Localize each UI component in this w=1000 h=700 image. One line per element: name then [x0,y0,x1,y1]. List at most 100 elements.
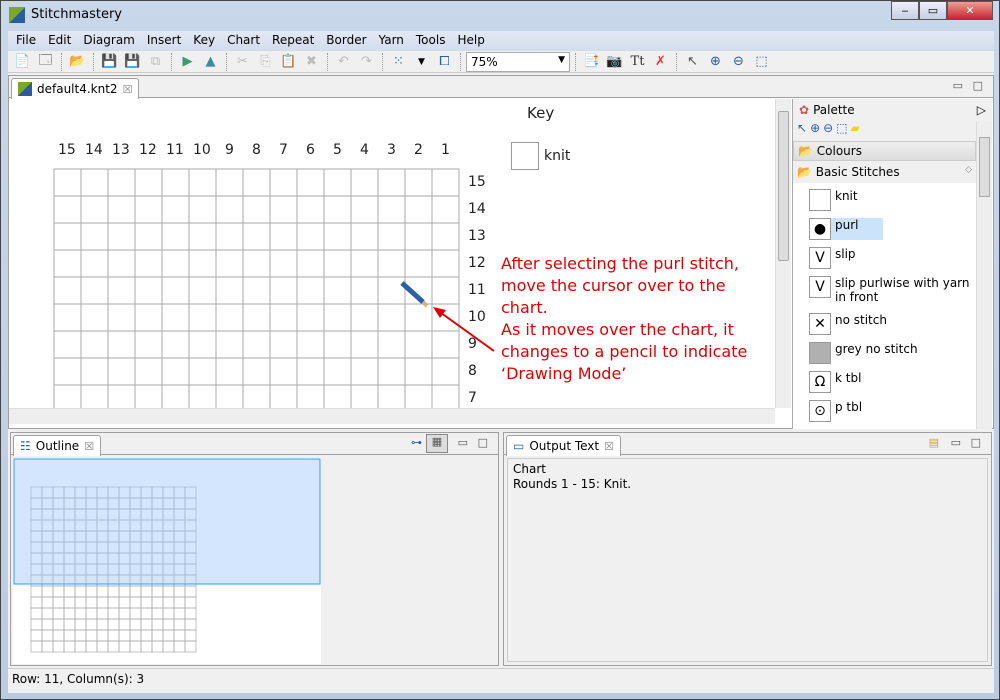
drawer-colours[interactable]: 📂 Colours [793,141,976,161]
editor-vscrollbar[interactable] [775,99,791,408]
menu-insert[interactable]: Insert [141,31,187,51]
app-icon [9,7,25,23]
row-label: 10 [468,309,486,325]
minimize-view-icon[interactable]: ▭ [458,436,468,449]
new-window-icon[interactable]: 🗔 [35,52,56,72]
menu-edit[interactable]: Edit [42,31,77,51]
zoom-select[interactable]: 75% ▼ [466,51,570,72]
menu-border[interactable]: Border [320,31,372,51]
minimize-button[interactable]: ‒ [891,1,919,20]
palette-icon: ✿ [799,103,810,117]
close-tab-icon[interactable]: ☒ [84,440,94,453]
cut-icon[interactable]: ✂ [232,52,253,72]
column-label: 7 [279,142,288,158]
palette-item-k-tbl[interactable]: Ωk tbl [809,371,975,393]
palette-item-slip-purlwise-with-yarn-in-front[interactable]: Vslip purlwise with yarn in front [809,276,975,304]
palette-scrollbar[interactable] [976,121,992,429]
dropdown-arrow-icon[interactable]: ▼ [411,52,432,72]
row-label: 8 [468,363,477,379]
palette-item-p-tbl[interactable]: ⊙ p tbl [809,400,975,422]
zoom-out-icon[interactable]: ⊖ [728,52,749,72]
output-panel: ▭ Output Text ☒ ▤ ▭ □ Chart Rounds 1 - 15:… [503,432,992,666]
palette-item-knit[interactable]: knit [809,189,975,211]
redo-icon[interactable]: ↷ [356,52,377,72]
copy-icon[interactable]: ⎘ [255,52,276,72]
menu-yarn[interactable]: Yarn [373,31,410,51]
close-tab-icon[interactable]: ☒ [604,440,614,453]
outline-thumbnail[interactable] [13,458,321,664]
pin-icon[interactable]: ◇ [965,165,972,175]
palette-item-label: p tbl [835,400,863,414]
column-label: 15 [58,142,76,158]
outline-viewport[interactable] [13,458,321,585]
pencil-cursor-icon [400,281,429,308]
zoom-out-icon[interactable]: ⊖ [823,121,833,135]
pointer-icon[interactable]: ↖ [682,52,703,72]
palette-item-no-stitch[interactable]: ✕ no stitch [809,313,975,335]
open-folder-icon[interactable]: 📂 [67,52,88,72]
chart-canvas[interactable]: Key knit After selecting the purl stitch… [9,99,775,408]
tree-icon[interactable]: ⊶ [411,436,422,449]
marquee-icon[interactable]: ⬚ [836,121,847,135]
menu-file[interactable]: File [10,31,42,51]
close-tab-icon[interactable]: ☒ [123,83,133,96]
mirror-icon[interactable]: ▲ [200,52,221,72]
minimize-view-icon[interactable]: ▭ [951,436,961,449]
status-bar: Row: 11, Column(s): 3 [8,668,994,690]
tab-outline[interactable]: ☷ Outline ☒ [13,435,102,456]
save-as-icon[interactable]: 💾 [122,52,143,72]
layout-icon[interactable]: ⧠ [434,52,455,72]
palette-item-purl[interactable]: ● purl [809,218,883,240]
palette-item-slip[interactable]: Vslip [809,247,975,269]
select-grid-icon[interactable]: ⁙ [388,52,409,72]
pointer-icon[interactable]: ↖ [797,121,807,135]
menu-diagram[interactable]: Diagram [77,31,141,51]
column-label: 4 [360,142,369,158]
close-button[interactable]: ✕ [947,1,993,20]
overview-icon[interactable]: ▦ [426,434,448,453]
maximize-view-icon[interactable]: □ [973,79,983,92]
menu-help[interactable]: Help [451,31,490,51]
column-label: 1 [441,142,450,158]
collapse-palette-icon[interactable]: ▷ [977,103,986,117]
document-icon[interactable]: ▤ [929,436,939,449]
palette-item-label: knit [835,189,858,203]
palette-item-label: slip purlwise with yarn in front [835,276,970,304]
minimize-view-icon[interactable]: ▭ [953,79,963,92]
marquee-icon[interactable]: ⬚ [751,52,772,72]
scroll-thumb[interactable] [979,137,990,197]
text-icon[interactable]: Tt [627,52,648,72]
row-label: 15 [468,174,486,190]
row-label: 7 [468,390,477,406]
zoom-in-icon[interactable]: ⊕ [705,52,726,72]
undo-icon[interactable]: ↶ [333,52,354,72]
zoom-in-icon[interactable]: ⊕ [810,121,820,135]
maximize-view-icon[interactable]: □ [478,436,488,449]
maximize-button[interactable]: ▭ [919,1,947,20]
column-label: 5 [333,142,342,158]
maximize-view-icon[interactable]: □ [971,436,981,449]
drawer-basic-stitches[interactable]: 📂 Basic Stitches ◇ [793,163,976,183]
scroll-thumb[interactable] [778,111,789,261]
tab-output-text[interactable]: ▭ Output Text ☒ [506,435,621,456]
chevron-down-icon: ▼ [558,54,565,65]
image-icon[interactable]: 📷 [604,52,625,72]
paste-icon[interactable]: 📋 [278,52,299,72]
menu-tools[interactable]: Tools [410,31,452,51]
output-text-area[interactable]: Chart Rounds 1 - 15: Knit. [507,458,988,662]
row-label: 9 [468,336,477,352]
menu-repeat[interactable]: Repeat [266,31,320,51]
new-icon[interactable]: 📄 [12,52,33,72]
export-icon[interactable]: 📑 [581,52,602,72]
delete-icon[interactable]: ✖ [301,52,322,72]
save-all-icon[interactable]: ⧉ [145,52,166,72]
save-icon[interactable]: 💾 [99,52,120,72]
note-icon[interactable]: ▰ [851,121,860,135]
menu-key[interactable]: Key [187,31,221,51]
remove-icon[interactable]: ✗ [650,52,671,72]
editor-hscrollbar[interactable] [9,408,775,424]
palette-item-grey-no-stitch[interactable]: grey no stitch [809,342,975,364]
menu-chart[interactable]: Chart [221,31,266,51]
play-icon[interactable]: ▶ [177,52,198,72]
tab-default4[interactable]: default4.knt2 ☒ [11,78,140,99]
